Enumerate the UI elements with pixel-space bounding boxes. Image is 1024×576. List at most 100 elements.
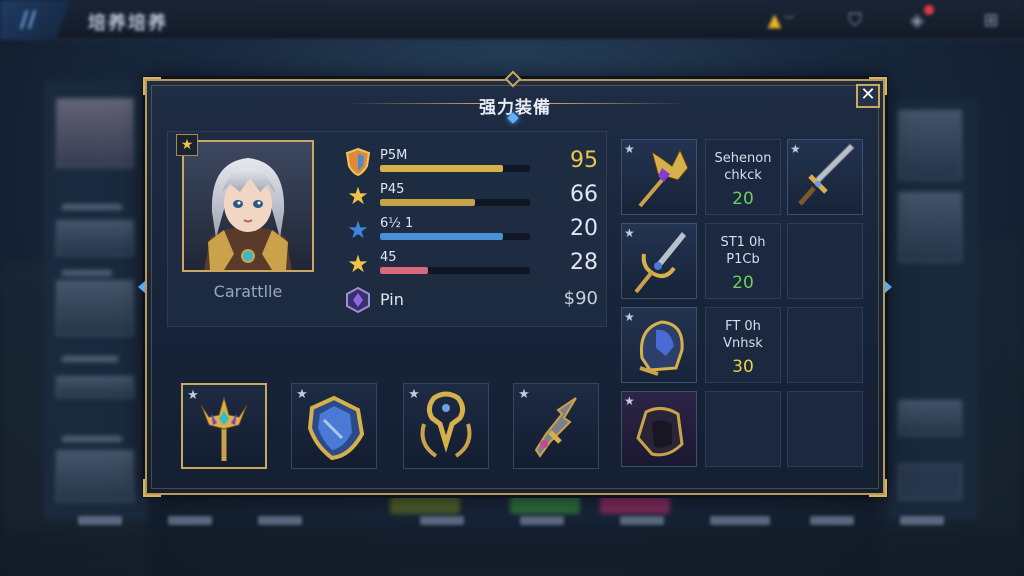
inventory-info-cell[interactable]: Sehenon chkck 20 xyxy=(705,139,781,215)
hero-card[interactable] xyxy=(56,280,134,336)
label-shape xyxy=(168,516,212,525)
equipment-slot-blade[interactable]: ★ xyxy=(513,383,599,469)
corner-ornament xyxy=(869,479,887,497)
item-name: Sehenon chkck xyxy=(714,151,772,183)
grid-icon[interactable]: ⊞ xyxy=(978,7,1004,33)
item-card[interactable] xyxy=(898,110,962,180)
item-star-icon: ★ xyxy=(790,142,801,156)
prev-arrow-icon[interactable] xyxy=(138,281,145,293)
equipment-slot-trident[interactable]: ★ xyxy=(181,383,267,469)
equipment-slot-amulet[interactable]: ★ xyxy=(403,383,489,469)
stat-label: 6½ 1 xyxy=(380,216,414,231)
inventory-item-spear[interactable]: ★ xyxy=(621,223,697,299)
item-star-icon: ★ xyxy=(624,226,635,240)
hero-card[interactable] xyxy=(56,220,134,256)
inventory-empty-cell[interactable] xyxy=(787,391,863,467)
stat-bar xyxy=(380,233,530,240)
tab-shape[interactable] xyxy=(390,494,460,514)
menu-button[interactable]: // xyxy=(0,0,70,40)
hero-star-badge: ★ xyxy=(176,134,198,156)
stat-label: P5M xyxy=(380,148,408,163)
top-bar: // 培养培养 ▲ ﹀ ⛉ ◈ ⊞ xyxy=(0,0,1024,40)
hero-card[interactable] xyxy=(56,98,134,168)
label-shape xyxy=(258,516,302,525)
label-shape xyxy=(520,516,564,525)
gold-star-icon: ★ xyxy=(347,250,369,278)
equipment-slot-shield[interactable]: ★ xyxy=(291,383,377,469)
stat-value: $90 xyxy=(563,288,598,309)
gift-icon[interactable]: ◈ xyxy=(904,5,934,33)
slot-star-icon: ★ xyxy=(518,386,530,402)
label-shape xyxy=(810,516,854,525)
tab-shape[interactable] xyxy=(510,494,580,514)
item-star-icon: ★ xyxy=(624,394,635,408)
screen-title: 培养培养 xyxy=(88,13,168,34)
item-star-icon: ★ xyxy=(624,310,635,324)
equipment-dialog: 强力装備 ✕ ★ Carattlle P5M 95 ★ P45 66 ★ 6½ … xyxy=(138,70,892,497)
stat-label: Pin xyxy=(380,290,404,309)
label-shape xyxy=(900,516,944,525)
stat-row: ★ 45 28 xyxy=(344,250,598,280)
stat-bar-fill xyxy=(380,199,475,206)
label-shape xyxy=(620,516,664,525)
label-shape xyxy=(78,516,122,525)
list-line xyxy=(62,436,122,442)
purple-gem-icon xyxy=(344,286,372,314)
stat-bar-fill xyxy=(380,165,503,172)
list-line xyxy=(62,356,118,362)
stat-row: P5M 95 xyxy=(344,148,598,178)
inventory-info-cell[interactable]: FT 0h Vnhsk 30 xyxy=(705,307,781,383)
corner-ornament xyxy=(143,479,161,497)
stat-bar xyxy=(380,267,530,274)
list-line xyxy=(62,204,122,210)
stat-bar xyxy=(380,165,530,172)
stat-value: 20 xyxy=(570,216,598,241)
hero-card[interactable] xyxy=(56,450,134,502)
inventory-empty-cell[interactable] xyxy=(787,223,863,299)
hero-portrait-art xyxy=(184,142,312,270)
slot-star-icon: ★ xyxy=(296,386,308,402)
close-button[interactable]: ✕ xyxy=(856,84,880,108)
slot-star-icon: ★ xyxy=(408,386,420,402)
background-ground xyxy=(0,530,1024,576)
shield-icon[interactable]: ⛉ xyxy=(842,7,868,33)
item-card[interactable] xyxy=(898,192,962,262)
bottom-labels-blurred xyxy=(50,512,970,532)
inventory-item-cloak[interactable]: ★ xyxy=(621,391,697,467)
hero-name: Carattlle xyxy=(213,282,283,301)
stat-label: P45 xyxy=(380,182,405,197)
inventory-item-helm[interactable]: ★ xyxy=(621,307,697,383)
item-card[interactable] xyxy=(898,400,962,436)
blue-star-icon: ★ xyxy=(347,216,369,244)
inventory-item-sword[interactable]: ★ xyxy=(787,139,863,215)
label-shape xyxy=(420,516,464,525)
gold-star-icon: ★ xyxy=(347,182,369,210)
item-count: 30 xyxy=(732,357,754,377)
stat-value: 66 xyxy=(570,182,598,207)
stat-label: 45 xyxy=(380,250,397,265)
stat-bar-fill xyxy=(380,267,428,274)
stat-row: ★ P45 66 xyxy=(344,182,598,212)
label-shape xyxy=(710,516,770,525)
shield-badge-icon xyxy=(344,148,372,176)
hero-panel: ★ Carattlle P5M 95 ★ P45 66 ★ 6½ 1 20 ★ … xyxy=(167,131,607,327)
stat-row: ★ 6½ 1 20 xyxy=(344,216,598,246)
next-arrow-icon[interactable] xyxy=(885,281,892,293)
hero-portrait[interactable] xyxy=(182,140,314,272)
list-line xyxy=(62,270,112,276)
stat-value: 95 xyxy=(570,148,598,173)
stat-row: Pin $90 xyxy=(344,286,598,316)
bell-icon[interactable]: ▲ ﹀ xyxy=(768,7,795,33)
notification-badge xyxy=(924,5,934,15)
item-list-blurred xyxy=(888,100,978,520)
stat-value: 28 xyxy=(570,250,598,275)
inventory-info-cell[interactable]: ST1 0h P1Cb 20 xyxy=(705,223,781,299)
item-count: 20 xyxy=(732,273,754,293)
hero-card[interactable] xyxy=(56,376,134,398)
item-star-icon: ★ xyxy=(624,142,635,156)
tab-shape[interactable] xyxy=(600,494,670,514)
item-name: FT 0h Vnhsk xyxy=(723,319,763,351)
inventory-item-trident[interactable]: ★ xyxy=(621,139,697,215)
inventory-empty-cell[interactable] xyxy=(705,391,781,467)
inventory-empty-cell[interactable] xyxy=(787,307,863,383)
